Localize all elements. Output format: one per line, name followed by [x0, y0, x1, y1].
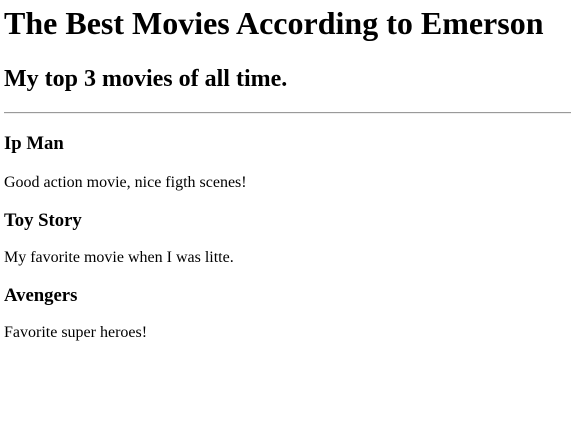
divider — [4, 112, 571, 114]
movie-title: Ip Man — [4, 133, 64, 154]
page-content: The Best Movies According to Emerson My … — [0, 5, 571, 342]
movie-item-ip-man: Ip Man Good action movie, nice figth sce… — [4, 133, 571, 192]
movie-title: Avengers — [4, 285, 78, 306]
movie-title: Toy Story — [4, 210, 82, 231]
movie-item-toy-story: Toy Story My favorite movie when I was l… — [4, 210, 571, 267]
movie-description: My favorite movie when I was litte. — [4, 249, 234, 266]
page-title: The Best Movies According to Emerson — [4, 5, 544, 41]
movie-description: Favorite super heroes! — [4, 324, 148, 341]
page-subtitle: My top 3 movies of all time. — [4, 66, 288, 92]
movie-description: Good action movie, nice figth scenes! — [4, 174, 247, 191]
movie-item-avengers: Avengers Favorite super heroes! — [4, 285, 571, 342]
